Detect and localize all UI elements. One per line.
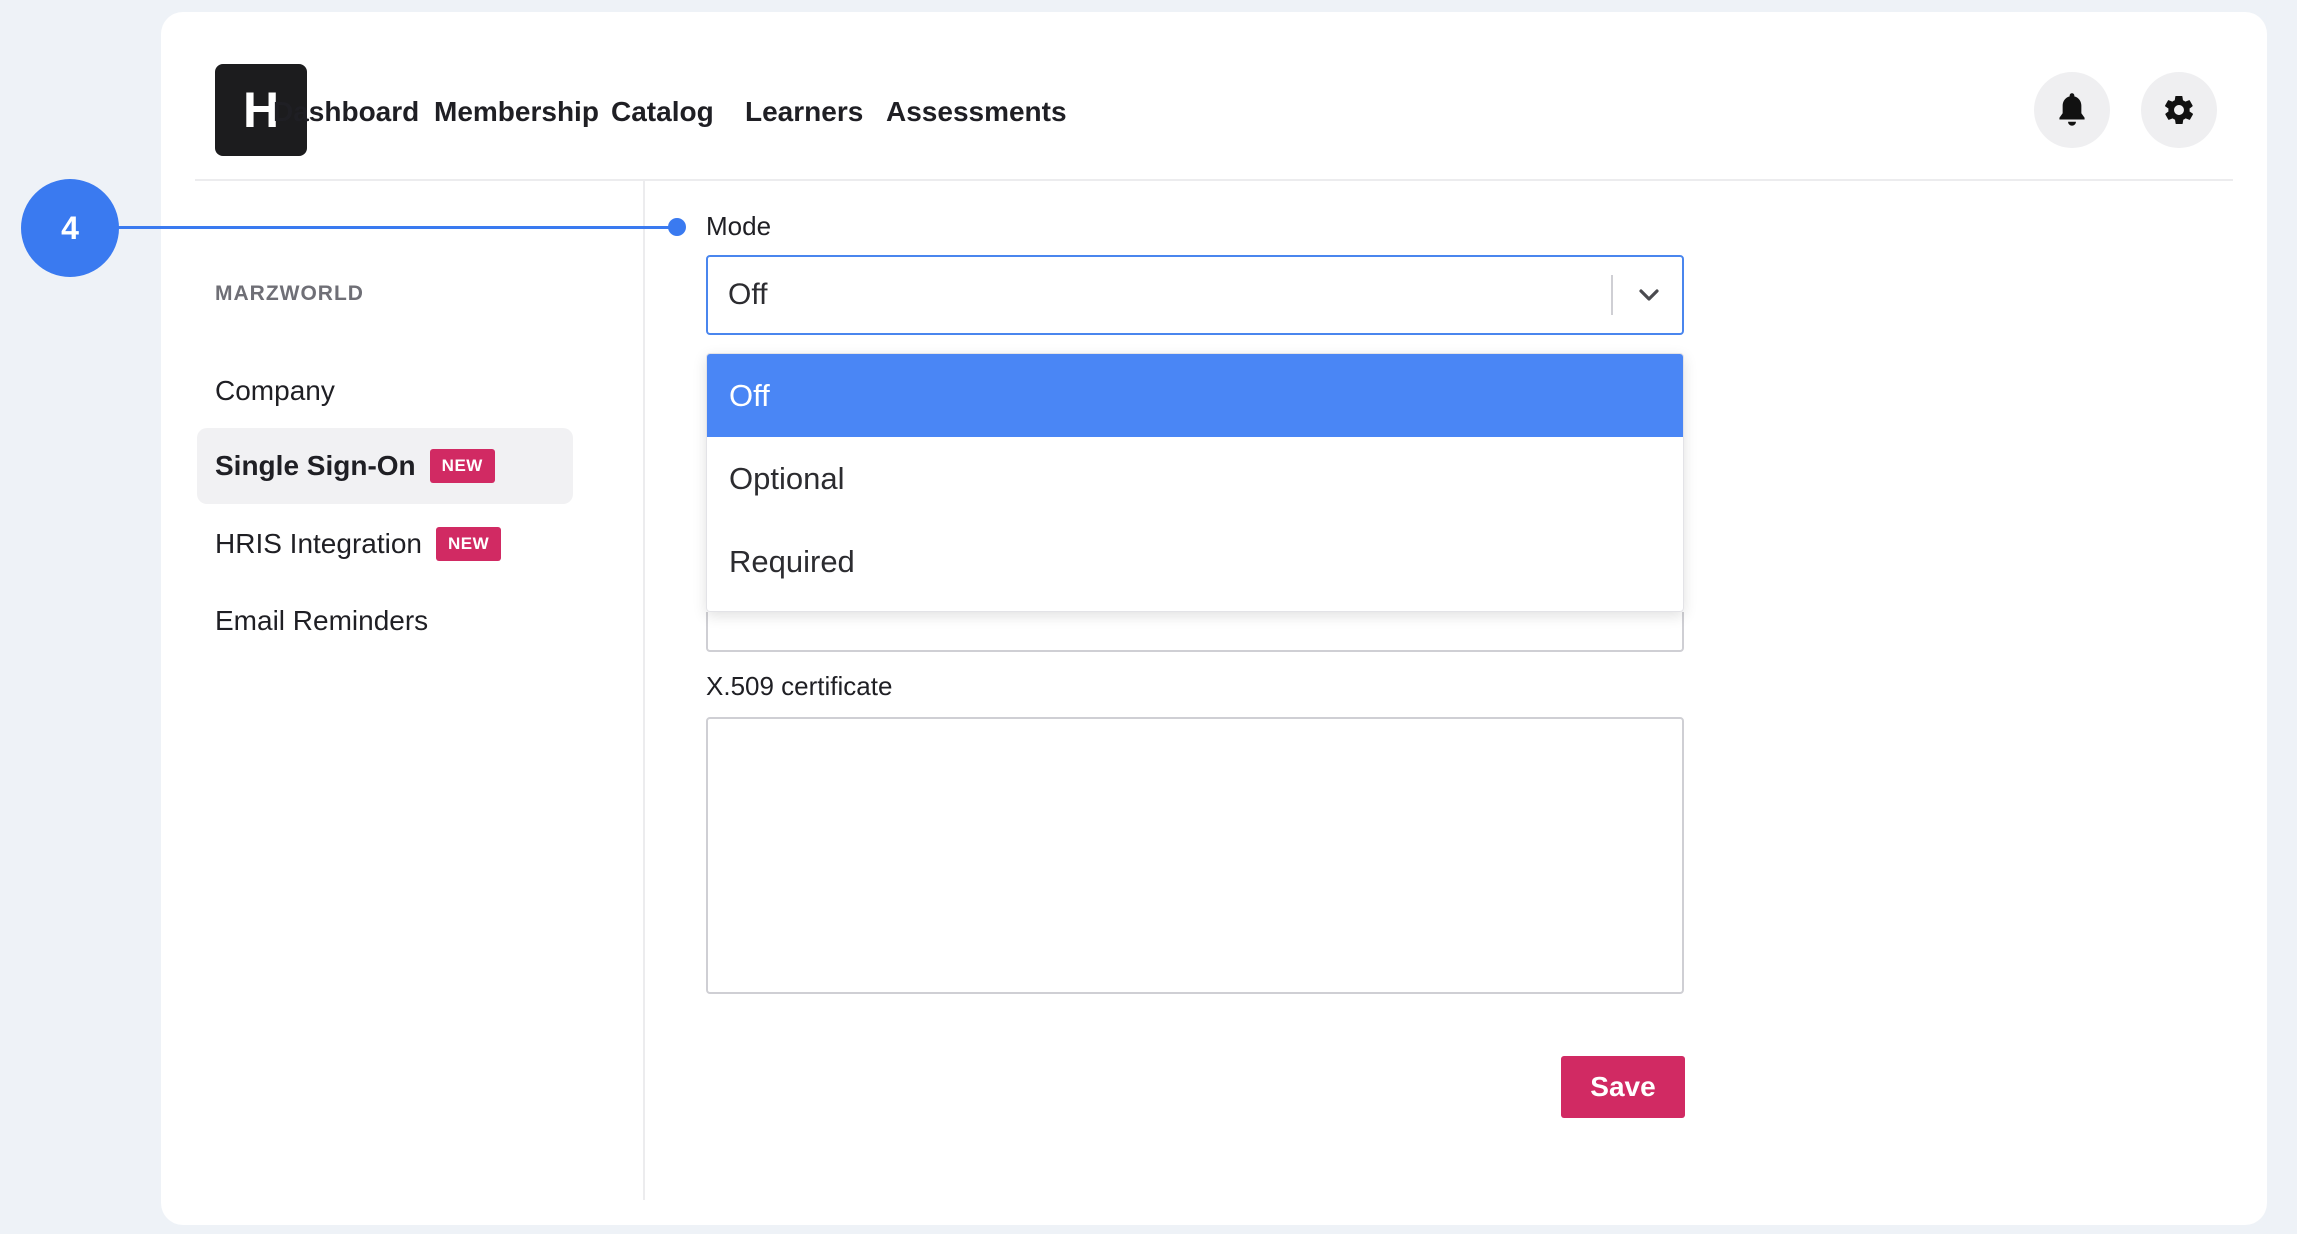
new-badge: NEW [429, 449, 495, 483]
nav-assessments[interactable]: Assessments [886, 96, 1067, 128]
settings-button[interactable] [2141, 72, 2217, 148]
option-off[interactable]: Off [707, 354, 1683, 437]
mode-dropdown-menu: Off Optional Required [706, 353, 1684, 612]
callout-line [118, 226, 678, 229]
header-divider [195, 179, 2233, 181]
sidebar-item-hris-integration[interactable]: HRIS Integration NEW [197, 506, 573, 582]
sidebar-item-email-reminders[interactable]: Email Reminders [197, 583, 573, 659]
obscured-input-field[interactable] [706, 612, 1684, 652]
option-required[interactable]: Required [707, 520, 1683, 603]
mode-select[interactable]: Off [706, 255, 1684, 335]
step-number-badge: 4 [21, 179, 119, 277]
option-optional[interactable]: Optional [707, 437, 1683, 520]
sidebar-item-single-sign-on[interactable]: Single Sign-On NEW [197, 428, 573, 504]
gear-icon [2165, 95, 2193, 125]
save-button[interactable]: Save [1561, 1056, 1685, 1118]
org-name: MARZWORLD [215, 282, 364, 305]
notifications-button[interactable] [2034, 72, 2110, 148]
callout-dot [668, 218, 686, 236]
sidebar-item-label: Single Sign-On [215, 450, 416, 481]
bell-icon [2059, 93, 2085, 126]
sidebar-item-label: HRIS Integration [215, 528, 422, 559]
nav-membership[interactable]: Membership [434, 96, 599, 128]
nav-learners[interactable]: Learners [745, 96, 863, 128]
nav-dashboard[interactable]: Dashboard [273, 96, 419, 128]
mode-select-value: Off [728, 278, 768, 311]
mode-label: Mode [706, 211, 772, 241]
nav-catalog[interactable]: Catalog [611, 96, 714, 128]
select-separator [1611, 275, 1613, 315]
chevron-down-icon[interactable] [1633, 279, 1665, 311]
sidebar-item-company[interactable]: Company [197, 353, 573, 429]
certificate-textarea[interactable] [706, 717, 1684, 994]
new-badge: NEW [436, 527, 502, 561]
sidebar-divider [643, 180, 645, 1200]
sidebar-item-label: Company [215, 375, 335, 406]
sidebar-item-label: Email Reminders [215, 605, 429, 636]
certificate-label: X.509 certificate [706, 671, 893, 701]
main-card: H Dashboard Membership Catalog Learners … [161, 12, 2267, 1225]
